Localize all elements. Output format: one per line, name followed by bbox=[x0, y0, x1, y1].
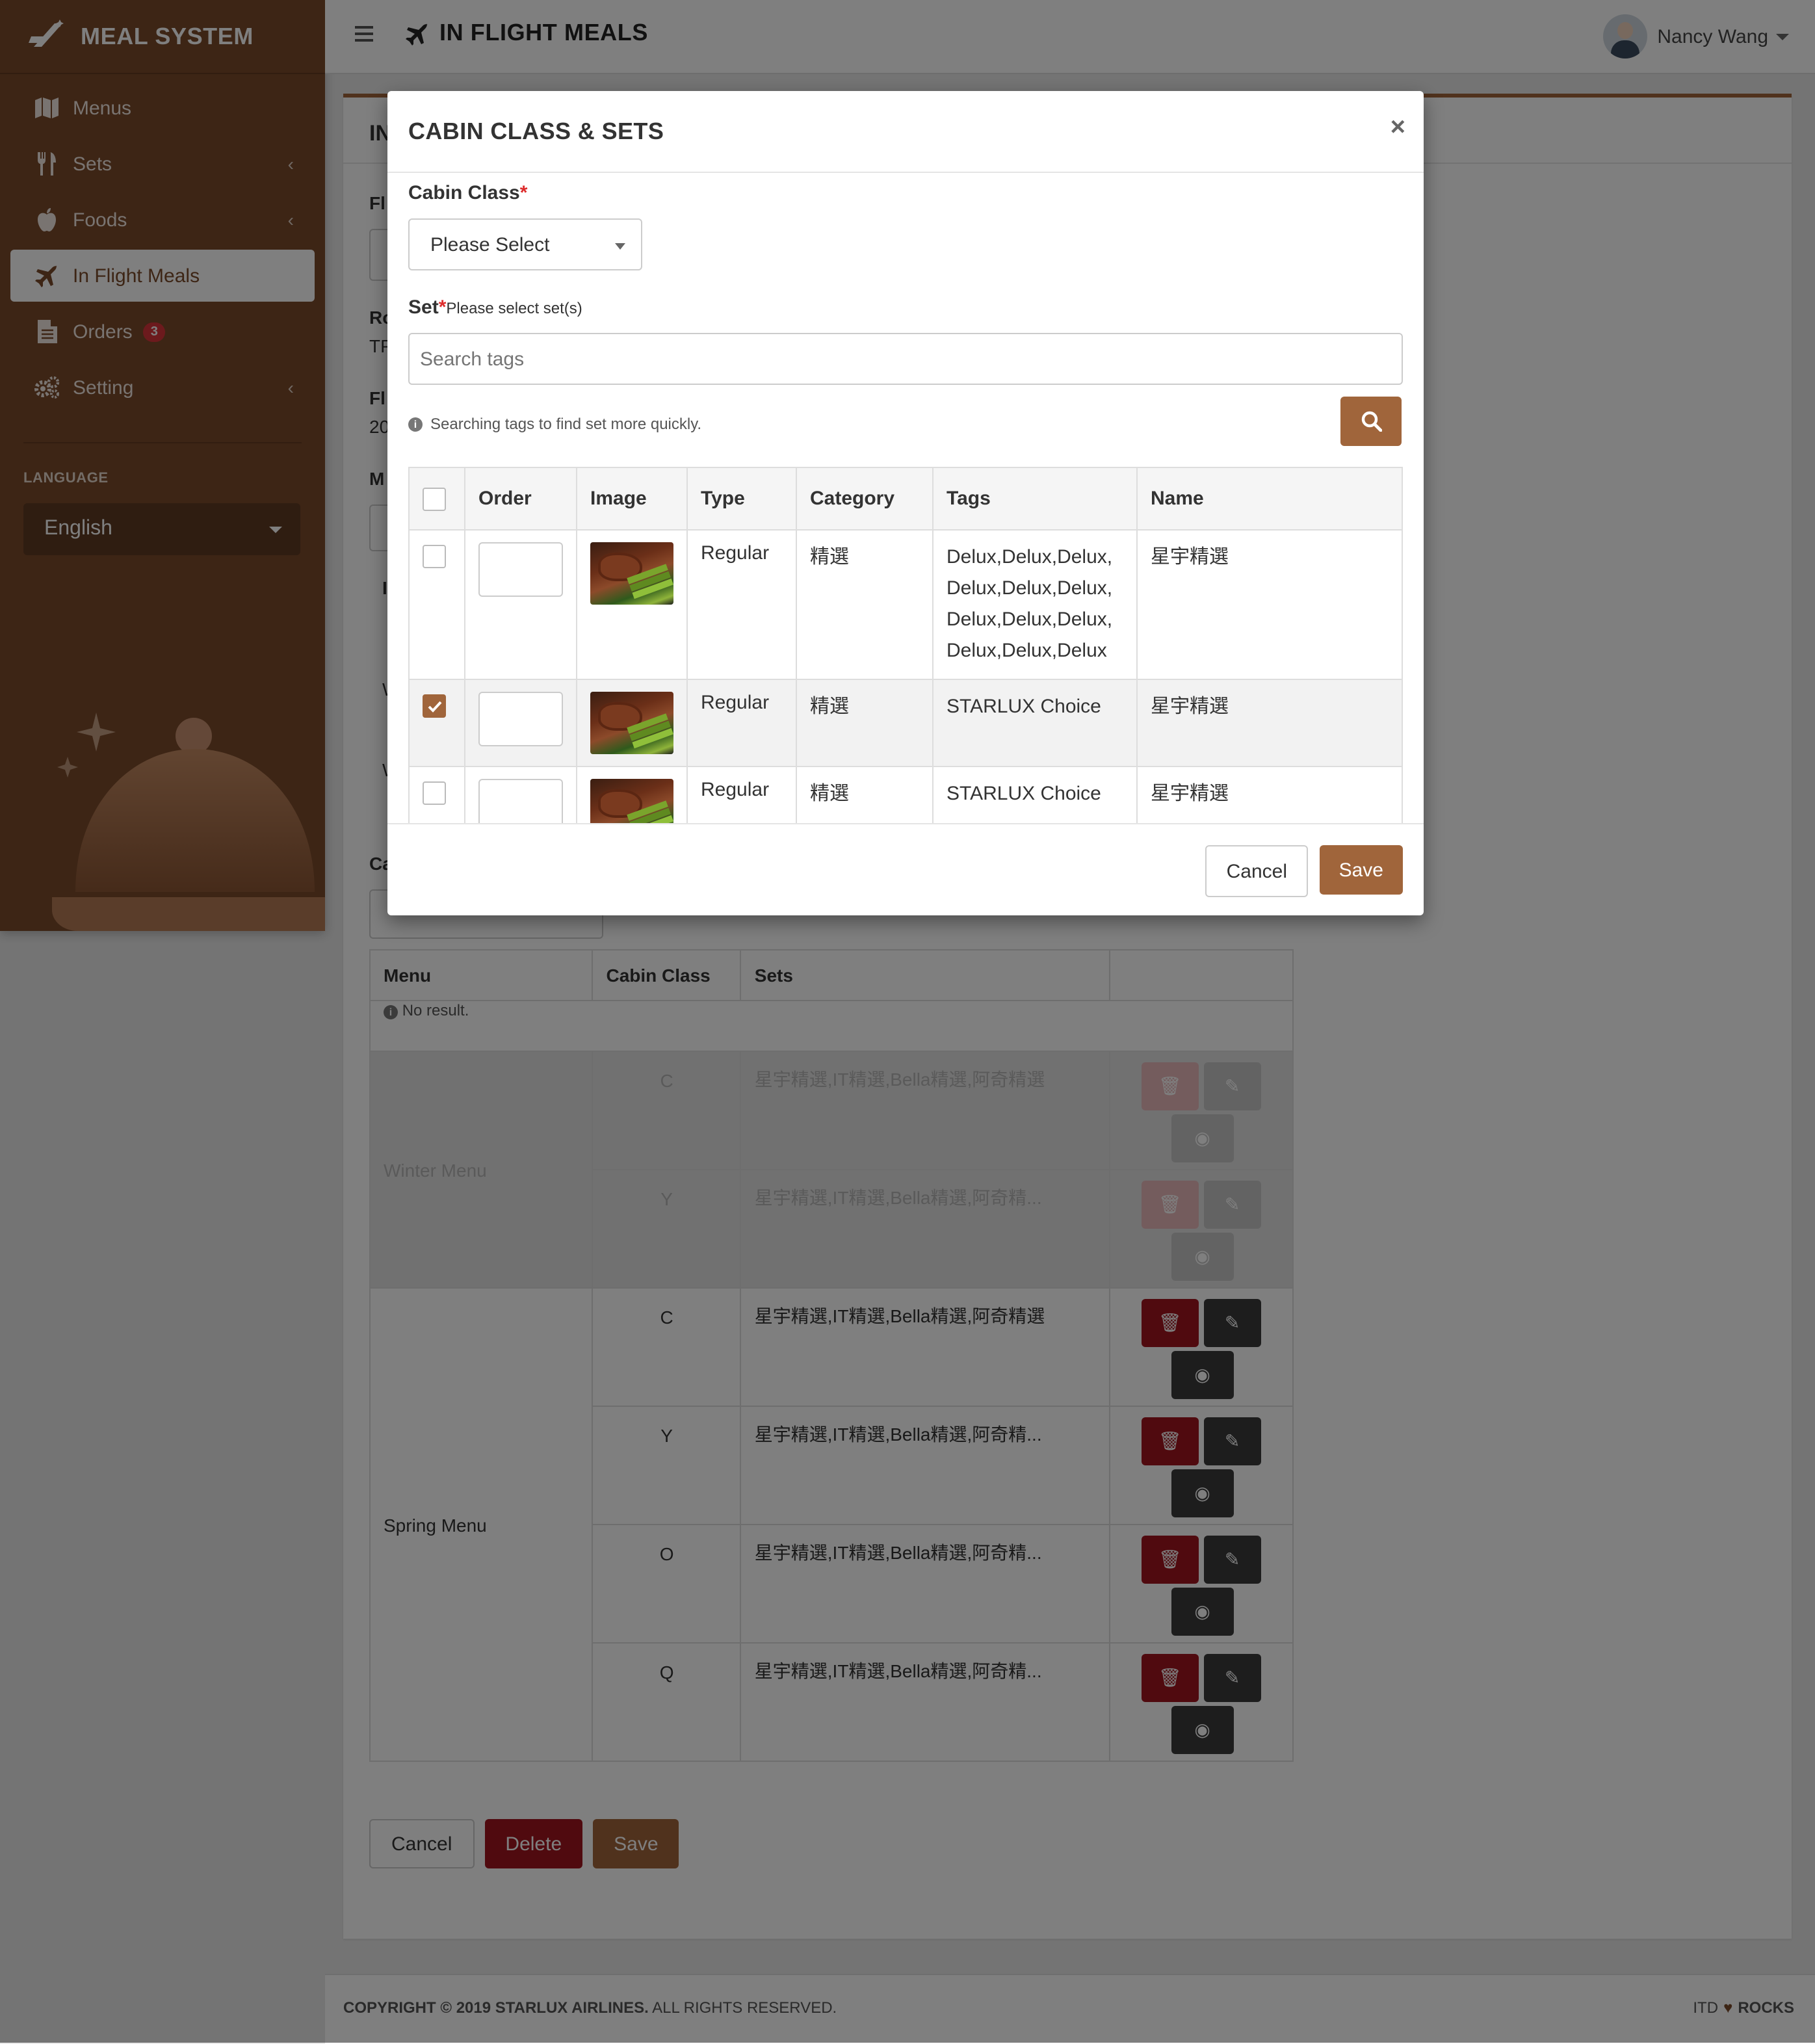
image-cell bbox=[576, 679, 688, 767]
category-cell: 精選 bbox=[796, 679, 934, 767]
col-category: Category bbox=[796, 467, 934, 531]
modal-header: CABIN CLASS & SETS × bbox=[387, 91, 1424, 173]
cabin-class-select-value: Please Select bbox=[430, 233, 550, 255]
tags-cell: Delux,Delux,Delux,Delux,Delux,Delux,Delu… bbox=[932, 529, 1138, 680]
type-cell: Regular bbox=[686, 679, 797, 767]
row-select-cell bbox=[408, 529, 465, 680]
row-select-cell bbox=[408, 766, 465, 823]
select-all-header bbox=[408, 467, 465, 531]
category-cell: 精選 bbox=[796, 529, 934, 680]
sets-table: Order Image Type Category Tags Name Regu… bbox=[408, 467, 1403, 823]
order-cell bbox=[464, 766, 577, 823]
image-cell bbox=[576, 766, 688, 823]
col-order: Order bbox=[464, 467, 577, 531]
tags-cell: STARLUX Choice bbox=[932, 766, 1138, 823]
image-cell bbox=[576, 529, 688, 680]
required-mark: * bbox=[438, 296, 447, 319]
search-button[interactable] bbox=[1340, 397, 1402, 446]
select-all-checkbox[interactable] bbox=[423, 487, 446, 510]
order-input[interactable] bbox=[478, 542, 563, 597]
row-checkbox[interactable] bbox=[423, 781, 446, 805]
search-hint: i Searching tags to find set more quickl… bbox=[408, 415, 701, 433]
set-hint: Please select set(s) bbox=[446, 299, 582, 317]
row-select-cell bbox=[408, 679, 465, 767]
required-mark: * bbox=[519, 182, 528, 204]
cabin-class-label-text: Cabin Class bbox=[408, 182, 520, 204]
sets-table-scroll[interactable]: Order Image Type Category Tags Name Regu… bbox=[408, 467, 1403, 823]
col-name: Name bbox=[1136, 467, 1403, 531]
modal-cancel-button[interactable]: Cancel bbox=[1205, 845, 1308, 897]
row-checkbox[interactable] bbox=[423, 545, 446, 568]
close-icon[interactable]: × bbox=[1391, 113, 1405, 143]
cabin-class-select[interactable]: Please Select bbox=[408, 218, 642, 270]
set-row: Regular 精選 STARLUX Choice 星宇精選 bbox=[408, 766, 1403, 823]
set-label: Set*Please select set(s) bbox=[408, 296, 582, 319]
order-input[interactable] bbox=[478, 779, 563, 823]
set-row: Regular 精選 STARLUX Choice 星宇精選 bbox=[408, 679, 1403, 767]
set-image bbox=[590, 779, 673, 823]
name-cell: 星宇精選 bbox=[1136, 766, 1403, 823]
row-checkbox[interactable] bbox=[423, 694, 446, 718]
tags-cell: STARLUX Choice bbox=[932, 679, 1138, 767]
name-cell: 星宇精選 bbox=[1136, 529, 1403, 680]
col-image: Image bbox=[576, 467, 688, 531]
info-icon: i bbox=[408, 417, 423, 431]
cabin-class-sets-modal: CABIN CLASS & SETS × Cabin Class* Please… bbox=[387, 91, 1424, 915]
search-hint-text: Searching tags to find set more quickly. bbox=[430, 415, 702, 433]
set-image bbox=[590, 542, 673, 605]
modal-title: CABIN CLASS & SETS bbox=[408, 118, 664, 144]
search-icon bbox=[1361, 411, 1381, 432]
type-cell: Regular bbox=[686, 529, 797, 680]
search-tags-input[interactable] bbox=[408, 333, 1403, 385]
category-cell: 精選 bbox=[796, 766, 934, 823]
caret-down-icon bbox=[615, 243, 625, 250]
name-cell: 星宇精選 bbox=[1136, 679, 1403, 767]
order-input[interactable] bbox=[478, 692, 563, 746]
set-label-text: Set bbox=[408, 296, 439, 319]
set-image bbox=[590, 692, 673, 754]
checkmark-icon bbox=[427, 700, 441, 712]
modal-save-button[interactable]: Save bbox=[1319, 845, 1403, 895]
type-cell: Regular bbox=[686, 766, 797, 823]
modal-footer: Cancel Save bbox=[387, 823, 1424, 917]
order-cell bbox=[464, 679, 577, 767]
cabin-class-label: Cabin Class* bbox=[408, 182, 527, 204]
col-type: Type bbox=[686, 467, 797, 531]
set-row: Regular 精選 Delux,Delux,Delux,Delux,Delux… bbox=[408, 529, 1403, 680]
col-tags: Tags bbox=[932, 467, 1138, 531]
order-cell bbox=[464, 529, 577, 680]
